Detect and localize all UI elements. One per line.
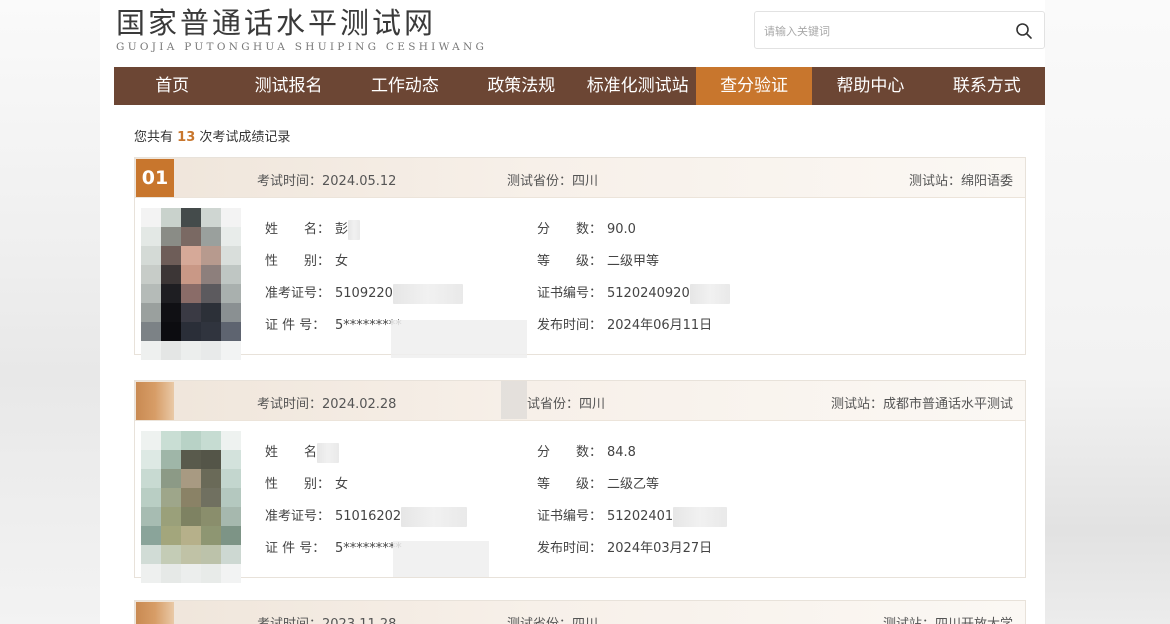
- gender-label: 性 别：: [265, 477, 331, 492]
- logo-title: 国家普通话水平测试网: [116, 6, 437, 40]
- left-background: [0, 0, 100, 624]
- gender-value: 女: [335, 254, 349, 269]
- record-body: 姓 名： 性 别： 女 准考证号： 51016202 证 件 号： 5********…: [135, 421, 1025, 583]
- record-header: 02 考试时间：2024.02.28 试省份：四川 测试站：成都市普通话水平测试: [135, 381, 1025, 421]
- test-site: 测试站：成都市普通话水平测试: [830, 397, 1013, 412]
- nav-score-check[interactable]: 查分验证: [695, 67, 813, 105]
- summary-prefix: 您共有: [134, 130, 174, 145]
- redaction: [501, 381, 527, 419]
- id-label: 证 件 号：: [265, 541, 326, 556]
- score-label: 分 数：: [537, 445, 603, 460]
- exam-time: 考试时间：2024.02.28: [257, 397, 397, 412]
- record-index: 03: [136, 602, 174, 624]
- score-value: 90.0: [607, 222, 636, 237]
- nav-policy[interactable]: 政策法规: [463, 67, 579, 105]
- publish-value: 2024年03月27日: [607, 541, 713, 556]
- cert-value: 5120240920: [607, 286, 690, 301]
- record-card: 02 考试时间：2024.02.28 试省份：四川 测试站：成都市普通话水平测试…: [134, 380, 1026, 583]
- record-header: 01 考试时间：2024.05.12 测试省份：四川 测试站：绵阳语委: [135, 158, 1025, 198]
- score-value: 84.8: [607, 445, 636, 460]
- ticket-label: 准考证号：: [265, 509, 331, 524]
- redaction: [673, 506, 728, 527]
- redaction: [391, 320, 527, 358]
- cert-value: 51202401: [607, 509, 674, 524]
- site-logo[interactable]: 国家普通话水平测试网 GUOJIA PUTONGHUA SHUIPING CES…: [116, 6, 487, 53]
- ticket-field: 准考证号： 5109220: [265, 282, 463, 304]
- summary-suffix: 次考试成绩记录: [199, 130, 291, 145]
- search-input[interactable]: [764, 21, 1004, 41]
- cert-field: 证书编号： 51202401: [537, 505, 728, 527]
- nav-home[interactable]: 首页: [114, 67, 230, 105]
- exam-time: 考试时间：2023.11.28: [257, 613, 396, 624]
- candidate-photo: [141, 431, 241, 583]
- record-body: 姓 名： 彭 性 别： 女 准考证号： 5109220 证 件 号： 5********…: [135, 198, 1025, 360]
- score-field: 分 数： 84.8: [537, 441, 636, 460]
- id-label: 证 件 号：: [265, 318, 326, 333]
- test-province: 测试省份：四川: [507, 613, 598, 624]
- redaction: [401, 506, 468, 527]
- right-background: [1045, 0, 1170, 624]
- gender-value: 女: [335, 477, 349, 492]
- id-value: 5*********: [335, 541, 402, 556]
- publish-field: 发布时间： 2024年06月11日: [537, 314, 712, 333]
- test-site: 测试站：四川开放大学: [883, 613, 1013, 624]
- cert-label: 证书编号：: [537, 286, 603, 301]
- record-count: 13: [177, 130, 196, 145]
- gender-label: 性 别：: [265, 254, 331, 269]
- nav-help[interactable]: 帮助中心: [812, 67, 928, 105]
- test-province: 测试省份：四川: [507, 174, 599, 189]
- ticket-field: 准考证号： 51016202: [265, 505, 468, 527]
- record-header: 03 考试时间：2023.11.28 测试省份：四川 测试站：四川开放大学: [135, 601, 1025, 624]
- search-icon[interactable]: [1015, 22, 1033, 40]
- name-value: 彭: [335, 222, 349, 237]
- logo-subtitle: GUOJIA PUTONGHUA SHUIPING CESHIWANG: [116, 41, 488, 53]
- id-field: 证 件 号： 5*********: [265, 314, 402, 333]
- gender-field: 性 别： 女: [265, 473, 348, 492]
- score-label: 分 数：: [537, 222, 603, 237]
- redaction: [393, 541, 489, 577]
- exam-time: 考试时间：2024.05.12: [257, 174, 397, 189]
- redaction: [348, 219, 361, 240]
- gender-field: 性 别： 女: [265, 250, 348, 269]
- name-field: 姓 名： 彭: [265, 218, 361, 240]
- grade-field: 等 级： 二级乙等: [537, 473, 659, 492]
- nav-registration[interactable]: 测试报名: [230, 67, 346, 105]
- main-nav: 首页 测试报名 工作动态 政策法规 标准化测试站 查分验证 帮助中心 联系方式: [114, 67, 1045, 105]
- redaction: [317, 442, 339, 463]
- publish-label: 发布时间：: [537, 541, 603, 556]
- redaction: [392, 283, 463, 304]
- search-box: [754, 11, 1045, 49]
- record-card: 03 考试时间：2023.11.28 测试省份：四川 测试站：四川开放大学: [134, 600, 1026, 624]
- publish-label: 发布时间：: [537, 318, 603, 333]
- test-province: 试省份：四川: [527, 397, 606, 412]
- publish-field: 发布时间： 2024年03月27日: [537, 537, 712, 556]
- name-label: 姓 名：: [265, 222, 331, 237]
- record-card: 01 考试时间：2024.05.12 测试省份：四川 测试站：绵阳语委 姓 名：…: [134, 157, 1026, 360]
- record-index: 01: [136, 159, 174, 197]
- ticket-label: 准考证号：: [265, 286, 331, 301]
- cert-field: 证书编号： 5120240920: [537, 282, 730, 304]
- id-field: 证 件 号： 5*********: [265, 537, 402, 556]
- grade-label: 等 级：: [537, 254, 603, 269]
- nav-news[interactable]: 工作动态: [347, 67, 463, 105]
- grade-label: 等 级：: [537, 477, 603, 492]
- nav-contact[interactable]: 联系方式: [929, 67, 1045, 105]
- name-field: 姓 名：: [265, 441, 339, 463]
- candidate-photo: [141, 208, 241, 360]
- redaction: [689, 283, 730, 304]
- ticket-value: 51016202: [335, 509, 402, 524]
- grade-value: 二级甲等: [607, 254, 660, 269]
- nav-test-stations[interactable]: 标准化测试站: [580, 67, 696, 105]
- publish-value: 2024年06月11日: [607, 318, 713, 333]
- score-field: 分 数： 90.0: [537, 218, 636, 237]
- grade-value: 二级乙等: [607, 477, 660, 492]
- grade-field: 等 级： 二级甲等: [537, 250, 659, 269]
- test-site: 测试站：绵阳语委: [908, 174, 1013, 189]
- page: 国家普通话水平测试网 GUOJIA PUTONGHUA SHUIPING CES…: [100, 0, 1045, 624]
- record-summary: 您共有 13 次考试成绩记录: [134, 126, 290, 145]
- record-index: 02: [136, 382, 174, 420]
- ticket-value: 5109220: [335, 286, 393, 301]
- cert-label: 证书编号：: [537, 509, 603, 524]
